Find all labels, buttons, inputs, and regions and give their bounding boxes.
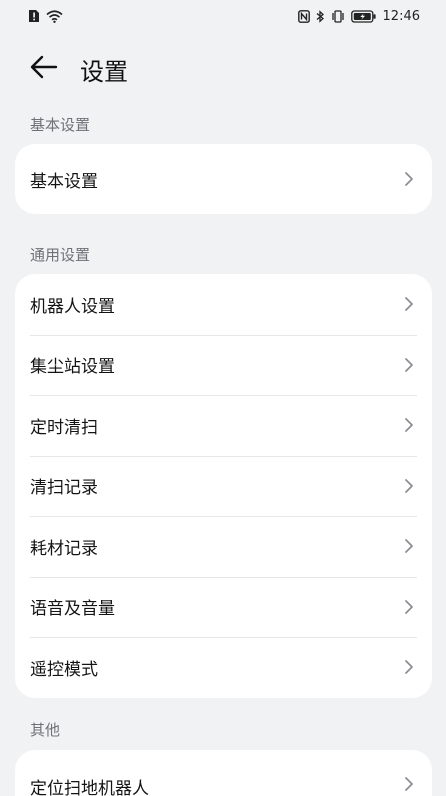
page-title: 设置 <box>80 58 128 86</box>
chevron-right-icon <box>405 357 413 372</box>
chevron-right-icon <box>405 172 413 186</box>
setting-row[interactable]: 机器人设置 <box>15 274 432 335</box>
bluetooth-icon <box>316 9 324 23</box>
setting-row[interactable]: 定时清扫 <box>15 395 432 456</box>
section-title-other: 其他 <box>30 721 61 739</box>
chevron-right-icon <box>405 599 413 614</box>
battery-charging-icon <box>350 9 376 23</box>
chevron-right-icon <box>405 777 413 791</box>
header: 设置 <box>0 42 446 94</box>
section-title-basic: 基本设置 <box>30 116 91 134</box>
setting-row-label: 机器人设置 <box>30 296 115 317</box>
setting-row[interactable]: 集尘站设置 <box>15 334 432 396</box>
card-basic: 基本设置 <box>15 144 432 214</box>
setting-row[interactable]: 语音及音量 <box>15 576 432 638</box>
wifi-icon <box>46 9 63 23</box>
setting-row[interactable]: 基本设置 <box>15 144 432 214</box>
chevron-right-icon <box>405 418 413 433</box>
status-bar: 12:46 <box>0 0 446 32</box>
status-time: 12:46 <box>382 8 420 24</box>
setting-row-label: 清扫记录 <box>30 478 98 499</box>
setting-row-label: 定时清扫 <box>30 417 98 438</box>
vibrate-icon <box>331 9 344 23</box>
setting-row-label: 耗材记录 <box>30 538 98 559</box>
chevron-right-icon <box>405 660 413 675</box>
setting-row[interactable]: 耗材记录 <box>15 516 432 577</box>
status-right: 12:46 <box>297 8 420 24</box>
setting-row[interactable]: 遥控模式 <box>15 637 432 698</box>
setting-row-label: 语音及音量 <box>30 599 115 620</box>
arrow-left-icon[interactable] <box>28 52 62 82</box>
setting-row[interactable]: 定位扫地机器人 <box>15 750 432 796</box>
setting-row-label: 集尘站设置 <box>30 357 115 378</box>
setting-row-label: 基本设置 <box>30 171 98 192</box>
chevron-right-icon <box>405 297 413 312</box>
status-left <box>28 9 63 23</box>
setting-row[interactable]: 清扫记录 <box>15 455 432 517</box>
card-general: 机器人设置 集尘站设置 定时清扫 清扫记录 耗材记录 语音及音量 遥控模式 <box>15 274 432 698</box>
card-other: 定位扫地机器人 <box>15 750 432 796</box>
setting-row-label: 遥控模式 <box>30 659 98 680</box>
chevron-right-icon <box>405 478 413 493</box>
setting-row-label: 定位扫地机器人 <box>30 779 149 796</box>
sim-alert-icon <box>29 10 39 22</box>
chevron-right-icon <box>405 539 413 554</box>
section-title-general: 通用设置 <box>30 246 91 264</box>
nfc-icon <box>297 9 310 23</box>
